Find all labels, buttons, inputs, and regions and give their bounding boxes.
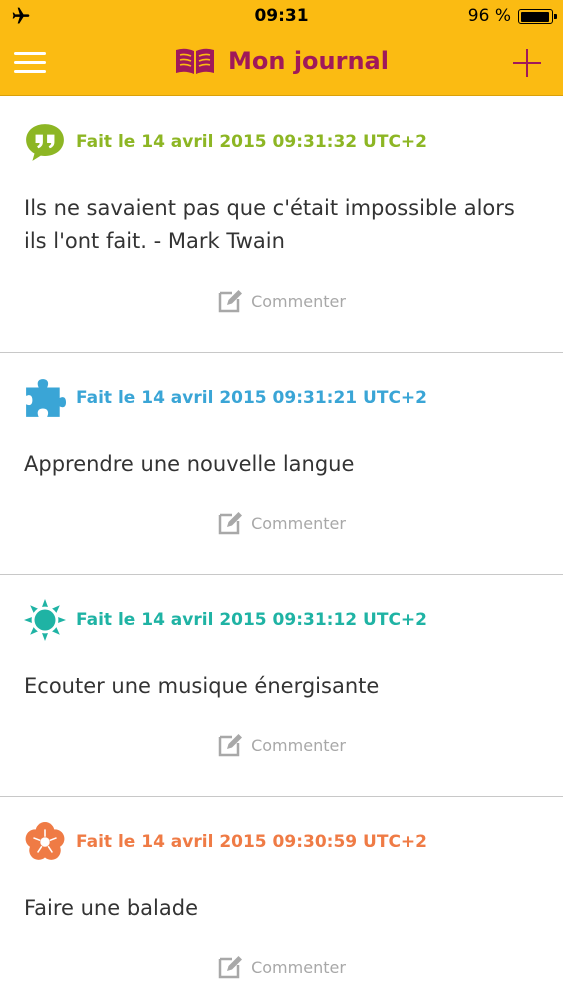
comment-button[interactable]: Commenter — [0, 288, 563, 318]
journal-entry: Fait le 14 avril 2015 09:31:32 UTC+2 Ils… — [0, 97, 563, 353]
add-entry-button[interactable] — [513, 49, 541, 77]
battery-icon — [518, 9, 557, 24]
entry-text: Faire une balade — [24, 896, 198, 920]
journal-feed: Fait le 14 avril 2015 09:31:32 UTC+2 Ils… — [0, 97, 563, 1000]
entry-date: Fait le 14 avril 2015 09:31:32 UTC+2 — [76, 132, 427, 152]
flower-icon — [25, 822, 65, 860]
comment-button[interactable]: Commenter — [0, 732, 563, 762]
journal-entry: Fait le 14 avril 2015 09:30:59 UTC+2 Fai… — [0, 797, 563, 1000]
edit-icon — [218, 734, 243, 757]
comment-label: Commenter — [251, 957, 346, 977]
comment-label: Commenter — [251, 513, 346, 533]
edit-icon — [218, 290, 243, 313]
journal-entry: Fait le 14 avril 2015 09:31:12 UTC+2 Eco… — [0, 575, 563, 797]
quote-icon — [26, 124, 64, 161]
comment-button[interactable]: Commenter — [0, 954, 563, 984]
comment-label: Commenter — [251, 291, 346, 311]
battery-percentage: 96 % — [467, 6, 511, 26]
sun-icon — [24, 599, 66, 641]
entry-date: Fait le 14 avril 2015 09:31:21 UTC+2 — [76, 388, 427, 408]
status-bar: 09:31 96 % — [0, 0, 563, 32]
journal-entry: Fait le 14 avril 2015 09:31:21 UTC+2 App… — [0, 353, 563, 575]
edit-icon — [218, 512, 243, 535]
puzzle-icon — [26, 379, 66, 417]
app-header: Mon journal — [0, 32, 563, 96]
page-title: Mon journal — [228, 47, 389, 75]
entry-date: Fait le 14 avril 2015 09:31:12 UTC+2 — [76, 610, 427, 630]
open-book-icon — [176, 48, 215, 74]
entry-date: Fait le 14 avril 2015 09:30:59 UTC+2 — [76, 832, 427, 852]
edit-icon — [218, 956, 243, 979]
entry-text: Ecouter une musique énergisante — [24, 674, 380, 698]
entry-text: Apprendre une nouvelle langue — [24, 452, 355, 476]
comment-button[interactable]: Commenter — [0, 510, 563, 540]
entry-text: Ils ne savaient pas que c'était impossib… — [24, 196, 515, 253]
comment-label: Commenter — [251, 735, 346, 755]
